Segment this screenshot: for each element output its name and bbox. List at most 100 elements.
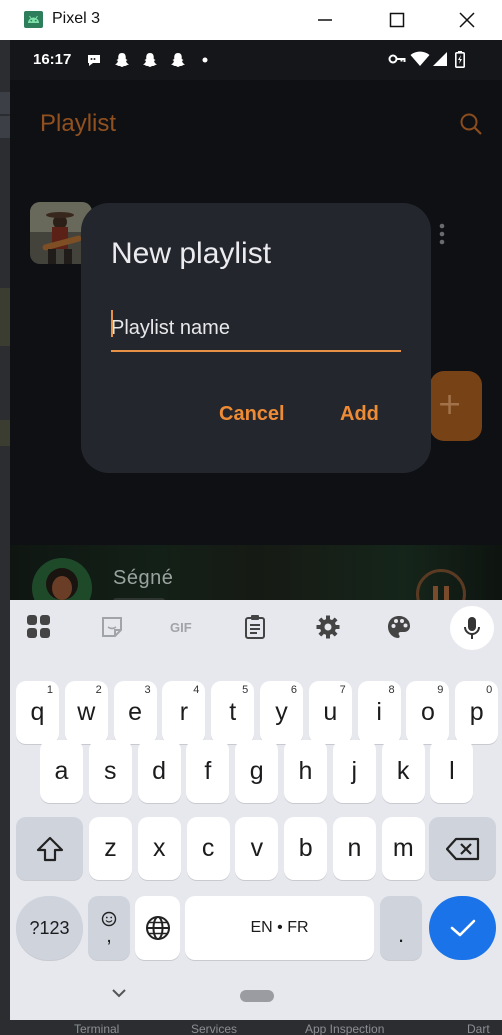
clipboard-icon [245,615,265,639]
apps-grid-button[interactable] [26,614,52,640]
key-p[interactable]: p0 [455,681,499,744]
key-o[interactable]: o9 [406,681,450,744]
comma-label: , [106,925,112,947]
key-n[interactable]: n [333,817,376,880]
key-n-label: n [347,834,362,862]
cancel-button[interactable]: Cancel [219,403,285,426]
globe-key[interactable] [135,896,180,960]
apps-grid-icon [27,615,50,638]
close-window-button[interactable] [452,6,482,34]
add-button[interactable]: Add [340,403,379,426]
key-y-label: y [275,698,288,726]
theme-button[interactable] [386,614,412,640]
symbols-key[interactable]: ?123 [16,896,83,960]
minimize-icon [318,19,332,21]
key-d[interactable]: d [137,740,181,803]
key-b-label: b [298,834,313,862]
key-v[interactable]: v [235,817,279,880]
hide-keyboard-icon[interactable] [111,988,127,1000]
sticker-button[interactable] [99,614,125,640]
input-underline [111,350,401,352]
key-u-hint: 7 [339,684,346,696]
key-t-label: t [229,698,237,726]
key-e[interactable]: e3 [113,681,157,744]
signal-icon [433,52,447,66]
enter-key[interactable] [429,896,496,960]
key-j[interactable]: j [332,740,376,803]
key-l-label: l [449,757,455,785]
key-q-label: q [30,698,45,726]
gif-icon: GIF [170,620,192,635]
key-a-label: a [54,757,69,785]
key-w[interactable]: w2 [64,681,108,744]
key-l[interactable]: l [430,740,474,803]
key-s[interactable]: s [88,740,132,803]
key-x[interactable]: x [137,817,181,880]
phone-screen: 16:17 Playlist + Ségné New playlist Play… [10,40,502,1020]
emulator-window: Pixel 3 16:17 Playlist + Ségné New playl… [0,0,502,1035]
snapchat-icon [115,53,129,67]
status-bar: 16:17 [10,40,502,80]
key-g[interactable]: g [235,740,279,803]
key-u[interactable]: u7 [308,681,352,744]
key-v-label: v [250,834,264,862]
key-y[interactable]: y6 [260,681,303,744]
gif-button[interactable]: GIF [168,614,200,640]
comma-key[interactable]: , [88,896,130,960]
key-f-label: f [204,757,212,785]
key-a[interactable]: a [40,740,83,803]
playlist-name-input[interactable] [111,303,401,353]
snapchat-icon [171,53,185,67]
sticker-icon [102,617,122,637]
mini-player[interactable]: Ségné [10,545,502,619]
key-i-hint: 8 [388,684,395,696]
ide-tab-app-inspection[interactable]: App Inspection [305,1022,384,1035]
key-m-label: m [392,834,414,862]
minimize-button[interactable] [310,6,340,34]
clipboard-button[interactable] [242,614,268,640]
key-r[interactable]: r4 [162,681,206,744]
key-x-label: x [153,834,166,862]
ide-editor-strip [0,40,10,1035]
key-i[interactable]: i8 [357,681,401,744]
period-key[interactable]: . [380,896,422,960]
shift-key[interactable] [16,817,83,880]
key-f[interactable]: f [186,740,230,803]
space-key[interactable]: EN • FR [185,896,374,960]
key-k[interactable]: k [381,740,425,803]
gesture-nav-handle[interactable] [240,990,274,1002]
settings-button[interactable] [315,614,341,640]
backspace-icon [445,837,479,860]
key-t[interactable]: t5 [211,681,255,744]
maximize-button[interactable] [382,6,412,34]
wifi-icon [410,51,430,66]
backspace-key[interactable] [429,817,496,880]
key-c[interactable]: c [186,817,230,880]
key-o-label: o [420,698,435,726]
window-title-bar: Pixel 3 [0,0,502,40]
key-h-label: h [298,757,313,785]
key-z-label: z [104,834,117,862]
gear-icon [316,615,340,639]
ide-tab-dart[interactable]: Dart [467,1022,490,1035]
ide-tab-services[interactable]: Services [191,1022,237,1035]
key-z[interactable]: z [89,817,132,880]
dialog-title: New playlist [111,237,272,270]
key-e-hint: 3 [144,684,151,696]
key-q[interactable]: q1 [16,681,59,744]
key-y-hint: 6 [290,684,297,696]
text-cursor [111,310,113,337]
key-w-label: w [77,698,96,726]
voice-input-button[interactable] [450,606,494,650]
ide-tab-terminal[interactable]: Terminal [74,1022,119,1035]
key-m[interactable]: m [381,817,425,880]
key-j-label: j [351,757,358,785]
key-h[interactable]: h [284,740,327,803]
key-o-hint: 9 [437,684,444,696]
key-r-label: r [179,698,189,726]
key-b[interactable]: b [284,817,328,880]
key-e-label: e [128,698,143,726]
close-icon [459,12,475,28]
globe-icon [145,916,170,940]
new-playlist-dialog: New playlist Cancel Add [81,203,431,473]
